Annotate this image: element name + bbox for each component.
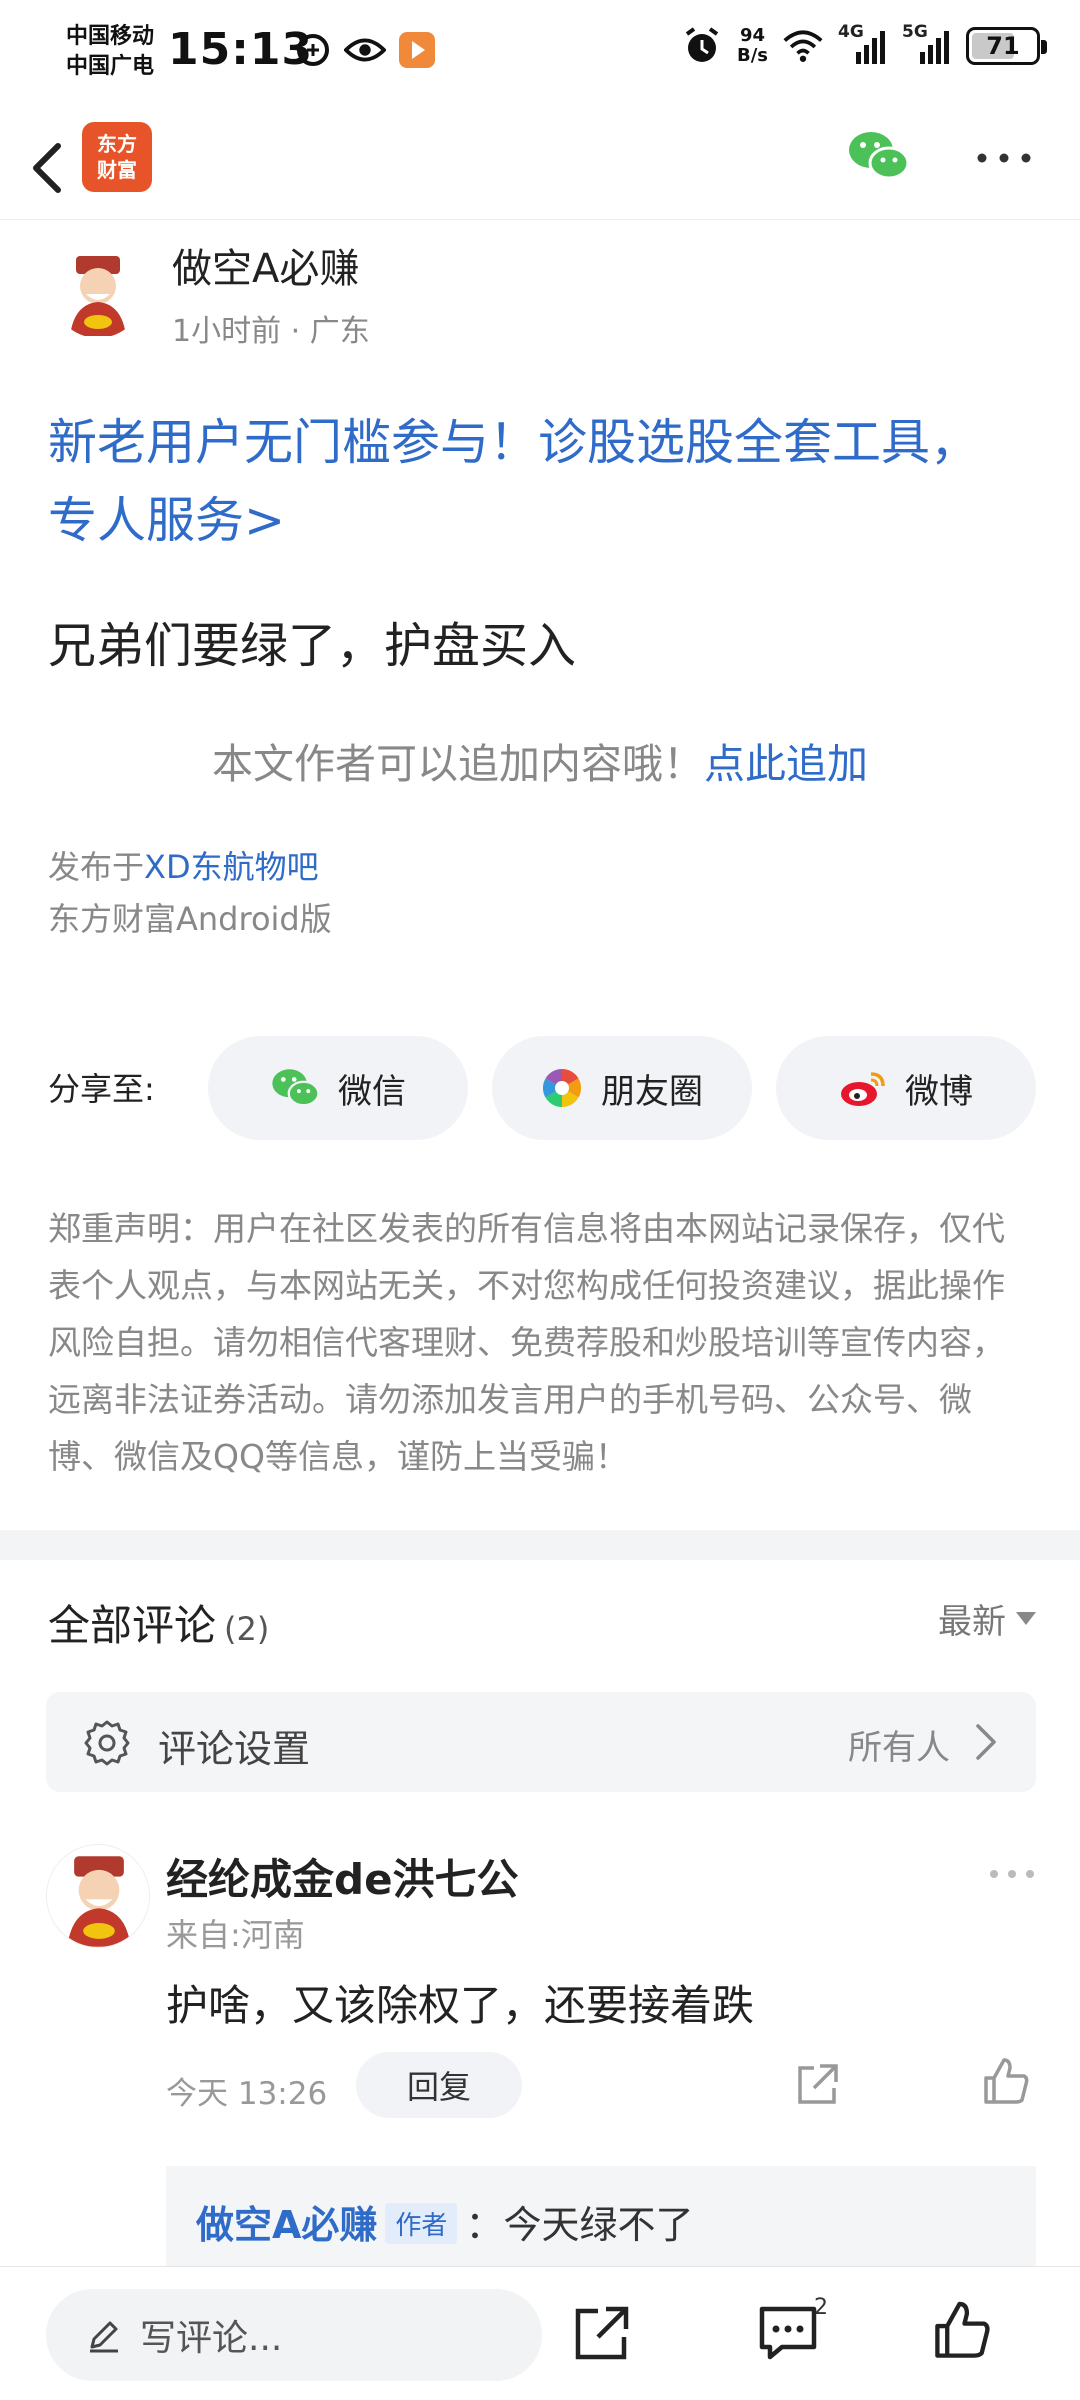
comment-text: 护啥，又该除权了，还要接着跌 [166,1981,755,2030]
published-in: 发布于XD东航物吧 [48,842,319,888]
published-prefix: 发布于 [48,848,145,886]
share-weibo-button[interactable]: 微博 [776,1036,1036,1140]
share-moments-label: 朋友圈 [601,1071,703,1112]
comment-settings-row[interactable]: 评论设置 所有人 [46,1692,1036,1792]
share-wechat-button[interactable]: 微信 [208,1036,468,1140]
bar-link[interactable]: XD东航物吧 [144,848,319,886]
more-options-button[interactable] [974,148,1034,168]
share-icon [798,2064,838,2104]
back-button[interactable] [22,126,72,206]
comment-like-button[interactable] [980,2056,1032,2108]
eye-icon [344,30,386,70]
disclaimer-text: 郑重声明：用户在社区发表的所有信息将由本网站记录保存，仅代表个人观点，与本网站无… [48,1209,1005,1476]
share-wechat-label: 微信 [338,1071,406,1112]
wechat-icon [272,1069,320,1107]
sub-reply-text: ：今天绿不了 [465,2203,694,2247]
write-comment-placeholder: 写评论... [140,2318,283,2359]
comments-title: 全部评论 [48,1601,217,1650]
like-button[interactable] [930,2299,994,2363]
battery-icon: 71 [966,27,1047,65]
sort-label: 最新 [938,1602,1006,1642]
comment-bubble-icon [759,2306,817,2360]
section-divider [0,1530,1080,1560]
append-link[interactable]: 点此追加 [704,740,868,788]
chevron-right-icon [976,1724,996,1760]
net-speed: 94 B/s [737,26,768,66]
share-label: 分享至: [48,1070,155,1108]
alarm-icon [681,26,723,66]
status-bar: 中国移动 中国广电 15:13 94 B/s 4G 5G 71 [0,0,1080,100]
comments-button[interactable] [756,2303,820,2363]
status-icons-right: 94 B/s 4G 5G 71 [681,22,1047,66]
author-avatar[interactable] [52,246,144,338]
thumbs-up-icon [935,2301,990,2358]
caishen-avatar-icon [67,1856,131,1947]
wechat-share-button[interactable] [846,128,910,184]
status-icons-left [292,30,438,70]
triangle-down-icon [1016,1612,1036,1625]
commenter-avatar[interactable] [46,1844,150,1948]
chevron-left-icon [33,143,61,193]
more-dots-icon [990,1870,1034,1878]
promo-link[interactable]: 新老用户无门槛参与！诊股选股全套工具，专人服务> [48,404,988,560]
reply-button[interactable]: 回复 [356,2052,522,2118]
battery-level: 71 [986,32,1020,60]
carrier-info: 中国移动 中国广电 [66,22,154,82]
app-logo[interactable]: 东方 财富 [82,122,152,192]
cell-signal-4g: 4G [838,22,888,66]
moments-icon [542,1069,582,1107]
commenter-name[interactable]: 经纶成金de洪七公 [166,1846,519,1907]
video-app-icon [396,30,438,70]
client-info: 东方财富Android版 [48,900,332,938]
net-speed-value: 94 [739,25,766,46]
share-button[interactable] [572,2303,632,2363]
comment-count-badge: 2 [814,2295,828,2320]
comment-time: 今天 13:26 [166,2076,328,2112]
more-dots-icon [977,153,1031,163]
net-speed-unit: B/s [736,45,768,66]
author-name[interactable]: 做空A必赚 [172,236,359,294]
wechat-icon [849,132,910,180]
comment-more-button[interactable] [988,1866,1036,1882]
logo-line-1: 东方 [97,132,137,156]
pencil-icon [90,2321,118,2353]
share-weibo-label: 微博 [905,1071,973,1112]
carrier-2: 中国广电 [66,54,155,79]
thumbs-up-icon [984,2058,1029,2104]
author-badge: 作者 [385,2203,458,2244]
append-prompt-text: 本文作者可以追加内容哦！ [212,740,704,788]
carrier-1: 中国移动 [66,24,155,49]
comment-share-button[interactable] [792,2060,842,2110]
caishen-avatar-icon [70,256,126,336]
comment-settings-value: 所有人 [848,1728,950,1768]
logo-line-2: 财富 [97,158,137,182]
top-nav-bar: 东方 财富 [0,110,1080,220]
write-comment-input[interactable]: 写评论... [46,2289,542,2381]
share-icon [575,2306,629,2360]
comments-header: 全部评论 (2) [48,1592,269,1653]
post-meta: 1小时前 · 广东 [172,314,370,349]
signal-5g-label: 5G [902,22,928,42]
sub-reply[interactable]: 做空A必赚 作者 ：今天绿不了 [166,2166,1036,2266]
post-content: 兄弟们要绿了，护盘买入 [48,618,577,674]
comments-count: (2) [224,1610,270,1648]
weibo-icon [841,1072,885,1106]
bottom-action-bar: 写评论... 2 [0,2266,1080,2400]
append-prompt: 本文作者可以追加内容哦！点此追加 [0,730,1080,790]
wifi-icon [782,26,824,66]
signal-4g-label: 4G [838,22,864,42]
commenter-location: 来自:河南 [166,1916,305,1954]
share-moments-button[interactable]: 朋友圈 [492,1036,752,1140]
sort-dropdown[interactable]: 最新 [938,1594,1036,1643]
cell-signal-5g: 5G [902,22,952,66]
comment-settings-label: 评论设置 [158,1727,311,1771]
sub-reply-author[interactable]: 做空A必赚 [196,2203,377,2247]
data-saver-icon [292,30,334,70]
gear-icon [84,1720,130,1766]
